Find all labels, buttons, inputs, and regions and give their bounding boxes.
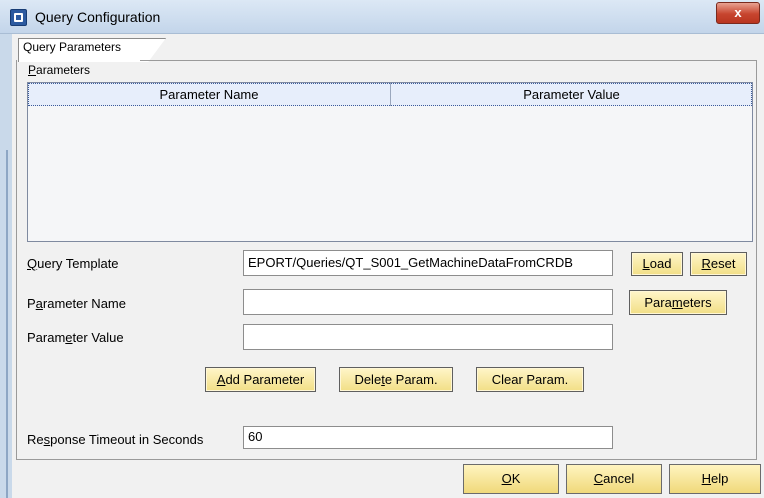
tab-panel-top-border — [140, 60, 757, 61]
parameters-label-rest: arameters — [36, 63, 91, 77]
column-header-parameter-name[interactable]: Parameter Name — [28, 83, 391, 106]
query-template-label: Query Template — [27, 256, 119, 271]
load-button[interactable]: Load — [631, 252, 683, 276]
cancel-button[interactable]: Cancel — [566, 464, 662, 494]
response-timeout-label: Response Timeout in Seconds — [27, 432, 204, 447]
parameter-name-label: Parameter Name — [27, 296, 126, 311]
tab-label: Query Parameters — [23, 40, 122, 54]
frame-divider — [6, 150, 8, 498]
query-template-label-rest: uery Template — [37, 256, 119, 271]
parameters-table[interactable] — [27, 82, 753, 242]
query-template-field[interactable]: EPORT/Queries/QT_S001_GetMachineDataFrom… — [243, 250, 613, 276]
parameters-label-mnemonic: P — [28, 63, 37, 77]
mn: A — [216, 372, 226, 387]
mn: R — [701, 256, 711, 271]
reset-button-rest: eset — [710, 256, 736, 271]
ok-button[interactable]: OK — [463, 464, 559, 494]
clear-param-button[interactable]: Clear Param. — [476, 367, 584, 392]
reset-button[interactable]: Reset — [690, 252, 747, 276]
mn: m — [671, 295, 683, 310]
parameter-value-field[interactable] — [243, 324, 613, 350]
close-button[interactable]: x — [716, 2, 760, 24]
parameters-section-label: Parameters — [28, 63, 90, 77]
mn: a — [35, 296, 43, 311]
mn: Q — [27, 256, 38, 271]
load-button-rest: oad — [649, 256, 672, 271]
app-icon — [10, 9, 27, 26]
mn: e — [65, 330, 73, 345]
mn: H — [701, 471, 712, 486]
window-title: Query Configuration — [35, 9, 161, 25]
delete-param-button[interactable]: Delete Param. — [339, 367, 453, 392]
parameters-button[interactable]: Parameters — [629, 290, 727, 315]
parameter-name-field[interactable] — [243, 289, 613, 315]
mn: s — [43, 432, 51, 447]
response-timeout-field[interactable]: 60 — [243, 426, 613, 449]
column-header-parameter-value[interactable]: Parameter Value — [391, 83, 752, 106]
mn: t — [381, 372, 385, 387]
help-button[interactable]: Help — [669, 464, 761, 494]
mn: L — [642, 256, 650, 271]
add-parameter-button[interactable]: Add Parameter — [205, 367, 316, 392]
mn: O — [501, 471, 512, 486]
parameter-value-label: Parameter Value — [27, 330, 124, 345]
mn: C — [593, 471, 604, 486]
